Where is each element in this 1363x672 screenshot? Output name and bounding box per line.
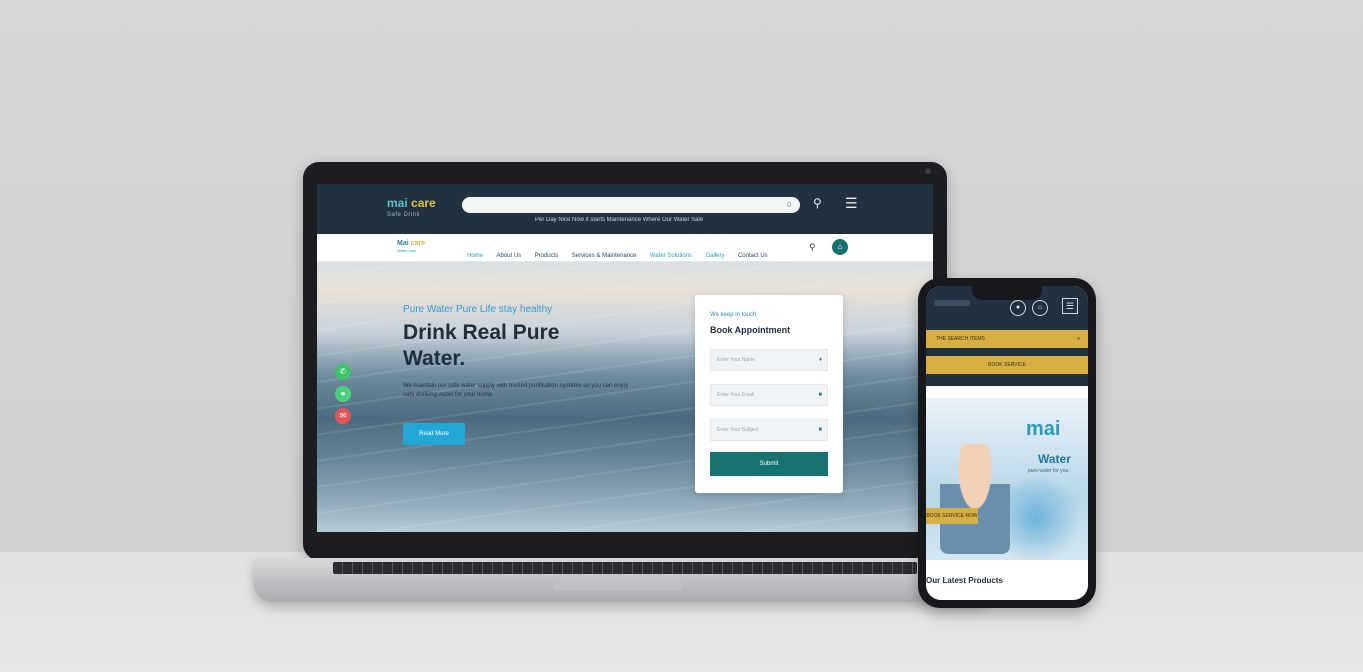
- brand-logo[interactable]: mai care Safe Drink: [387, 196, 436, 218]
- mobile-hero-desc: pure water for you: [1028, 468, 1069, 474]
- search-input[interactable]: ○: [462, 197, 800, 213]
- nav-logo-tagline: Water care: [397, 248, 417, 253]
- appointment-form: We keep in touch Book Appointment Enter …: [695, 295, 843, 493]
- hamburger-menu-icon[interactable]: ☰: [1062, 298, 1078, 314]
- search-icon[interactable]: ⚲: [813, 196, 822, 210]
- search-icon[interactable]: ○: [787, 199, 792, 209]
- nav-item-home[interactable]: Home: [467, 253, 483, 259]
- mail-icon[interactable]: ✉: [335, 408, 351, 424]
- phone-screen: ● ⌂ ☰ THE SEARCH ITEMS ≡ BOOK SERVICE ma…: [926, 286, 1088, 600]
- email-field[interactable]: Enter Your Email ■: [710, 384, 828, 406]
- laptop-base: [253, 558, 997, 602]
- subject-icon: ■: [818, 427, 822, 433]
- hero-title: Drink Real Pure Water.: [403, 321, 560, 370]
- phone-notch: [972, 286, 1042, 300]
- mobile-hero-title: mai: [1026, 418, 1061, 440]
- brand-name: mai: [387, 196, 408, 210]
- mobile-header: ● ⌂ ☰ THE SEARCH ITEMS ≡ BOOK SERVICE: [926, 286, 1088, 386]
- mobile-hero-subtitle: Water: [1038, 452, 1071, 466]
- brand-accent: care: [411, 196, 436, 210]
- mobile-hero: mai Water pure water for you BOOK SERVIC…: [926, 398, 1088, 560]
- name-field-placeholder: Enter Your Name: [717, 357, 756, 363]
- nav-item-gallery[interactable]: Gallery: [706, 253, 725, 259]
- laptop: mai care Safe Drink ○ ⚲ ☰ Per Day Nice N…: [303, 162, 947, 560]
- main-navbar: Mai care Water care Home About Us Produc…: [317, 234, 933, 262]
- hamburger-menu-icon[interactable]: ☰: [845, 195, 858, 212]
- nav-item-contact[interactable]: Contact Us: [738, 253, 768, 259]
- hero-section: Pure Water Pure Life stay healthy Drink …: [317, 262, 933, 532]
- appointment-kicker: We keep in touch: [710, 312, 757, 318]
- user-icon[interactable]: ●: [1010, 300, 1026, 316]
- email-icon: ■: [818, 392, 822, 398]
- nav-item-about[interactable]: About Us: [496, 253, 521, 259]
- nav-item-solutions[interactable]: Water Solutions: [650, 253, 692, 259]
- subject-field-placeholder: Enter Your Subject: [717, 427, 759, 433]
- nav-logo-accent: care: [410, 240, 426, 247]
- mobile-hero-button[interactable]: BOOK SERVICE NOW: [926, 508, 978, 524]
- laptop-screen: mai care Safe Drink ○ ⚲ ☰ Per Day Nice N…: [317, 184, 933, 532]
- appointment-title: Book Appointment: [710, 325, 791, 335]
- nav-logo-main: Mai: [397, 240, 409, 247]
- keyboard: [333, 562, 917, 574]
- email-field-placeholder: Enter Your Email: [717, 392, 755, 398]
- submit-button[interactable]: Submit: [710, 452, 828, 476]
- top-header: mai care Safe Drink ○ ⚲ ☰ Per Day Nice N…: [317, 184, 933, 234]
- trackpad: [553, 582, 683, 590]
- book-service-button[interactable]: BOOK SERVICE: [926, 356, 1088, 374]
- phone: ● ⌂ ☰ THE SEARCH ITEMS ≡ BOOK SERVICE ma…: [918, 278, 1096, 608]
- cart-icon[interactable]: ⌂: [832, 239, 848, 255]
- nav-item-products[interactable]: Products: [535, 253, 559, 259]
- nav-item-services[interactable]: Services & Maintenance: [572, 253, 637, 259]
- phone-icon[interactable]: ✆: [335, 364, 351, 380]
- brand-tagline: Safe Drink: [387, 212, 421, 218]
- search-icon[interactable]: ⚲: [809, 242, 816, 253]
- camera: [925, 168, 931, 174]
- mobile-logo[interactable]: [934, 300, 970, 306]
- subject-field[interactable]: Enter Your Subject ■: [710, 419, 828, 441]
- latest-products-heading: Our Latest Products: [926, 576, 1003, 585]
- read-more-button[interactable]: Read More: [403, 423, 465, 445]
- mobile-search-label: THE SEARCH ITEMS: [936, 336, 985, 342]
- nav-logo[interactable]: Mai care Water care: [397, 240, 425, 253]
- chevron-down-icon: ≡: [1077, 336, 1080, 342]
- user-icon: ♦: [818, 357, 822, 363]
- nav-menu: Home About Us Products Services & Mainte…: [467, 244, 777, 262]
- top-links[interactable]: Per Day Nice Now it starts Maintenance W…: [535, 217, 805, 223]
- hero-description: We maintain our safe water supply with t…: [403, 383, 629, 398]
- hero-image-child: [940, 444, 1010, 554]
- mobile-search-bar[interactable]: THE SEARCH ITEMS ≡: [926, 330, 1088, 348]
- whatsapp-icon[interactable]: ●: [335, 386, 351, 402]
- name-field[interactable]: Enter Your Name ♦: [710, 349, 828, 371]
- cart-icon[interactable]: ⌂: [1032, 300, 1048, 316]
- hero-kicker: Pure Water Pure Life stay healthy: [403, 304, 553, 315]
